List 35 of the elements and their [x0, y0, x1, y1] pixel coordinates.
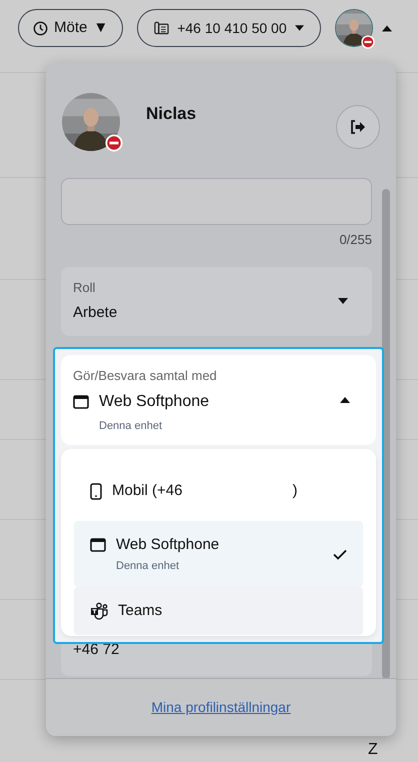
device-option-label: Teams: [118, 600, 162, 621]
device-option-label: ): [292, 481, 298, 502]
logout-icon: [350, 120, 366, 134]
caret-icon: [382, 24, 392, 32]
device-option[interactable]: Teams: [74, 587, 363, 635]
device-option[interactable]: Web Softphone Denna enhet: [74, 521, 363, 587]
clock-icon: [33, 20, 48, 36]
device-option-label: Web Softphone: [116, 534, 220, 554]
profile-settings-link[interactable]: Mina profilinställningar: [151, 697, 291, 718]
caret-icon: [294, 25, 304, 31]
note-field[interactable]: [61, 178, 372, 225]
caret-icon: [338, 298, 348, 304]
checkmark-icon: [333, 548, 347, 560]
mobile-phone-icon: [90, 483, 102, 500]
user-name: Niclas: [146, 103, 198, 125]
call-device-label: Gör/Besvara samtal med: [73, 366, 218, 384]
phone-number-button[interactable]: +46 10 410 50 00: [137, 9, 321, 47]
browser-window-icon: [73, 395, 89, 409]
call-device-subtitle: Denna enhet: [99, 419, 163, 434]
role-value: Arbete: [73, 302, 118, 322]
call-device-select[interactable]: Gör/Besvara samtal med Web Softphone Denna enhet: [61, 355, 376, 445]
status-button[interactable]: Möte ▼: [18, 9, 124, 47]
role-label: Roll: [73, 279, 96, 297]
corner-text: Z: [368, 740, 378, 760]
character-counter: 0/255: [339, 231, 372, 249]
desk-phone-icon: [154, 21, 170, 35]
browser-window-icon: [90, 538, 106, 552]
caret-icon: [340, 397, 350, 403]
teams-icon: [90, 602, 108, 620]
device-option-subtitle: Denna enhet: [116, 559, 180, 574]
logout-button[interactable]: [336, 105, 380, 149]
device-option-label: Mobil (+46: [112, 481, 182, 502]
role-select[interactable]: Roll Arbete: [61, 266, 372, 336]
call-device-value: Web Softphone: [99, 392, 210, 412]
user-menu-button[interactable]: [334, 9, 392, 47]
